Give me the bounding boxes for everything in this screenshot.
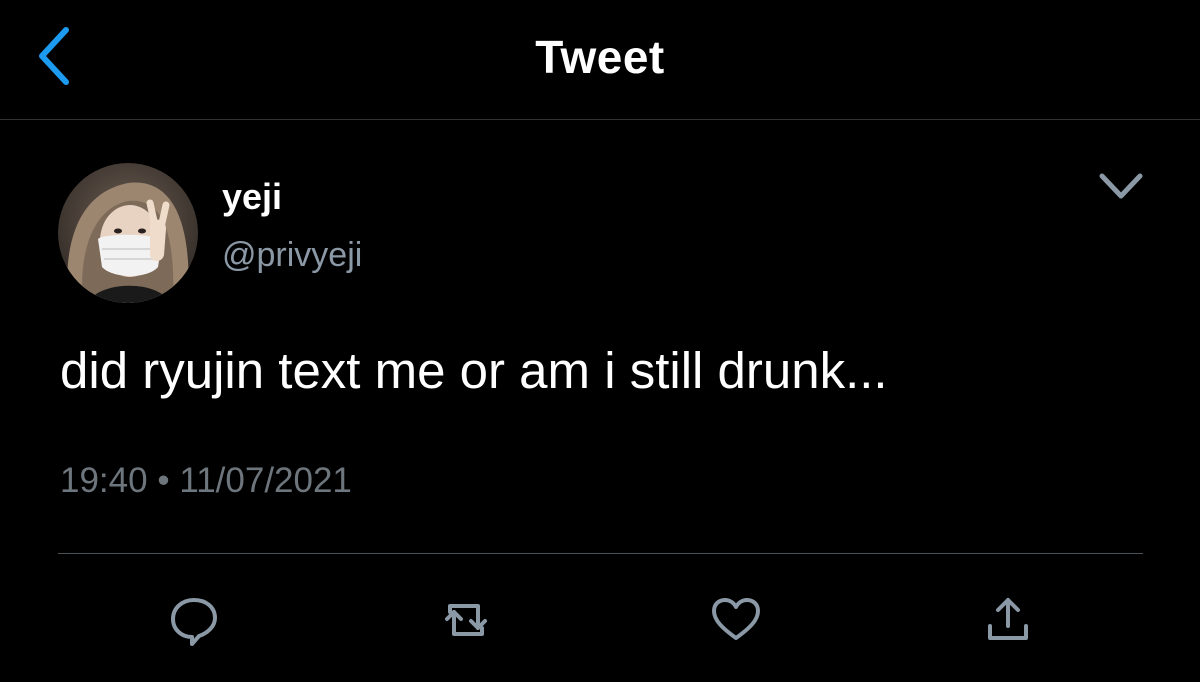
tweet-timestamp: 19:40 • 11/07/2021 [60,461,352,501]
reply-button[interactable] [166,592,222,648]
chevron-down-icon [1099,173,1143,199]
retweet-icon [445,604,487,636]
heart-icon [712,598,760,640]
divider [58,553,1143,554]
page-title: Tweet [535,31,665,83]
display-name[interactable]: yeji [222,176,282,218]
timestamp-separator: • [157,461,170,500]
share-button[interactable] [980,592,1036,648]
avatar[interactable] [58,163,198,303]
retweet-button[interactable] [438,592,494,648]
top-bar: Tweet [0,0,1200,120]
more-options-button[interactable] [1096,168,1146,204]
share-icon [988,598,1028,640]
reply-icon [171,598,217,646]
profile-photo [58,163,198,303]
tweet-date: 11/07/2021 [179,461,352,500]
tweet-time: 19:40 [60,461,148,500]
user-handle[interactable]: @privyeji [222,236,362,275]
tweet-text: did ryujin text me or am i still drunk..… [60,342,888,399]
like-button[interactable] [708,592,764,648]
